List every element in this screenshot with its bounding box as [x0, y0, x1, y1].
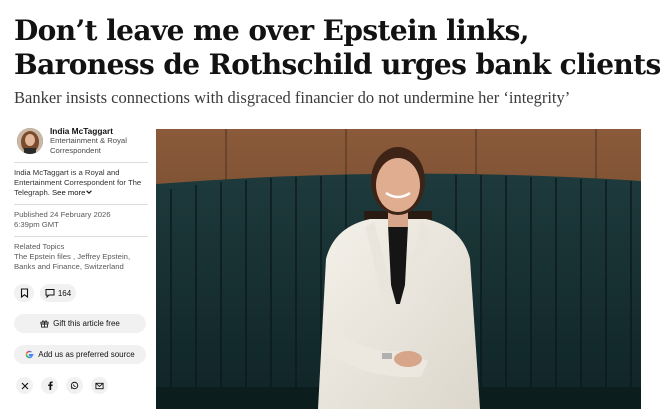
gift-label: Gift this article free: [53, 319, 120, 328]
preferred-source-label: Add us as preferred source: [38, 350, 135, 359]
share-whatsapp-button[interactable]: [66, 377, 83, 394]
whatsapp-icon: [70, 381, 79, 390]
share-facebook-button[interactable]: [41, 377, 58, 394]
gift-article-button[interactable]: Gift this article free: [14, 314, 146, 333]
article-sidebar: India McTaggart Entertainment & Royal Co…: [14, 126, 148, 394]
see-more-link[interactable]: See more: [52, 188, 93, 197]
see-more-label[interactable]: See more: [52, 188, 85, 197]
bookmark-button[interactable]: [14, 284, 34, 302]
google-icon: [26, 350, 34, 359]
preferred-source-button[interactable]: Add us as preferred source: [14, 345, 146, 364]
published-line: Published 24 February 2026: [14, 210, 111, 219]
x-icon: [21, 382, 28, 389]
facebook-icon: [47, 381, 53, 390]
divider: [14, 236, 148, 237]
lead-photo: [156, 129, 641, 409]
share-row: [16, 377, 148, 394]
related-topics-links[interactable]: The Epstein files , Jeffrey Epstein, Ban…: [14, 252, 148, 272]
gift-icon: [40, 320, 49, 328]
divider: [14, 204, 148, 205]
published-date: Published 24 February 2026 6:39pm GMT: [14, 210, 148, 230]
standfirst: Banker insists connections with disgrace…: [14, 88, 571, 107]
author-role: Entertainment & Royal Correspondent: [50, 136, 127, 155]
headline: Don’t leave me over Epstein links, Baron…: [14, 14, 661, 81]
bookmark-icon: [20, 288, 28, 298]
comment-count: 164: [57, 288, 72, 298]
action-row: 164: [14, 284, 148, 302]
author-block[interactable]: India McTaggart Entertainment & Royal Co…: [14, 126, 148, 156]
share-email-button[interactable]: [91, 377, 108, 394]
email-icon: [95, 382, 104, 389]
divider: [14, 162, 148, 163]
comments-button[interactable]: 164: [40, 284, 76, 302]
author-name[interactable]: India McTaggart: [50, 126, 148, 136]
published-time: 6:39pm GMT: [14, 220, 59, 229]
comment-icon: [45, 289, 55, 298]
chevron-down-icon[interactable]: [85, 188, 93, 196]
share-x-button[interactable]: [16, 377, 33, 394]
author-bio: India McTaggart is a Royal and Entertain…: [14, 168, 148, 198]
related-topics: Related Topics The Epstein files , Jeffr…: [14, 242, 148, 272]
author-avatar[interactable]: [17, 128, 43, 154]
related-topics-heading: Related Topics: [14, 242, 65, 251]
